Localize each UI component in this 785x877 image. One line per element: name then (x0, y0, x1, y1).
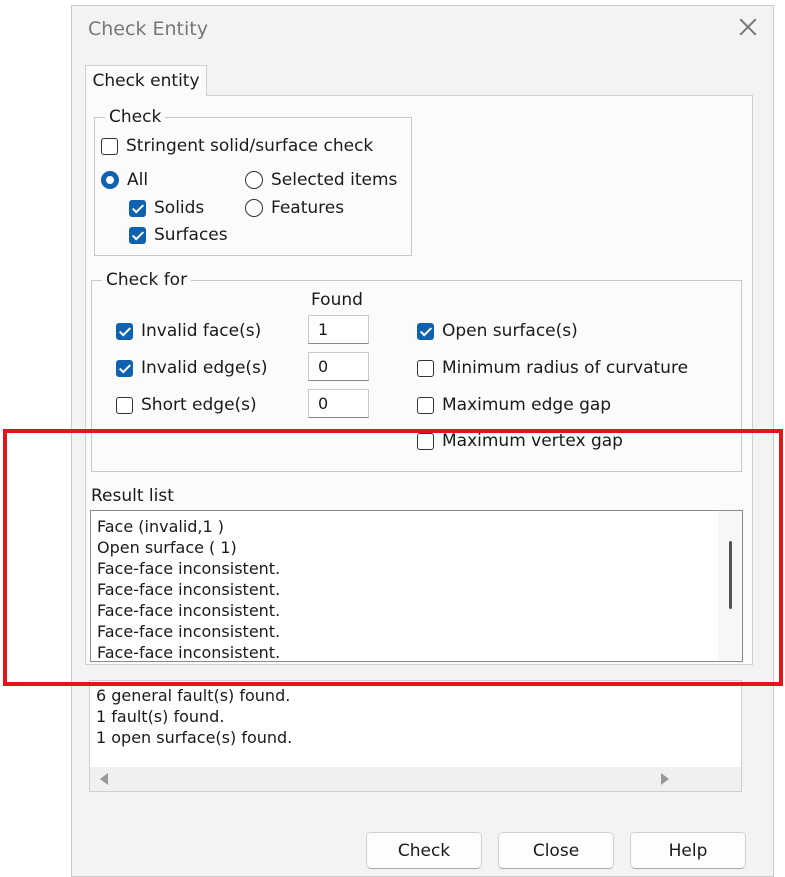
invalid-faces-checkbox[interactable] (116, 322, 133, 340)
radio-selected-items-option[interactable]: Selected items (245, 170, 397, 190)
short-edges-found: 0 (308, 389, 369, 418)
solids-option[interactable]: Solids (129, 198, 204, 218)
close-button[interactable]: Close (498, 832, 614, 869)
max-vertex-gap-checkbox[interactable] (417, 432, 434, 450)
invalid-edges-option[interactable]: Invalid edge(s) (116, 358, 268, 378)
stringent-label: Stringent solid/surface check (126, 136, 374, 156)
surfaces-label: Surfaces (154, 225, 228, 245)
check-group: Check Stringent solid/surface check All … (94, 107, 412, 256)
radio-features-option[interactable]: Features (245, 198, 344, 218)
invalid-edges-found: 0 (308, 352, 369, 381)
min-radius-option[interactable]: Minimum radius of curvature (417, 358, 688, 378)
short-edges-option[interactable]: Short edge(s) (116, 395, 257, 415)
tab-panel: Check Stringent solid/surface check All … (85, 95, 753, 665)
open-surfaces-checkbox[interactable] (417, 322, 434, 340)
result-list[interactable]: Face (invalid,1 ) Open surface ( 1) Face… (90, 510, 743, 662)
radio-all[interactable] (101, 171, 119, 189)
list-item[interactable]: Face-face inconsistent. (91, 600, 742, 621)
title-bar: Check Entity (72, 6, 773, 54)
result-list-label: Result list (91, 486, 174, 506)
list-item[interactable]: Face-face inconsistent. (91, 558, 742, 579)
check-entity-dialog: Check Entity Check entity Check Stringen… (71, 5, 774, 877)
summary-horizontal-scrollbar[interactable] (90, 767, 741, 791)
scroll-left-icon[interactable] (100, 773, 108, 785)
list-item[interactable]: Face-face inconsistent. (91, 621, 742, 642)
invalid-faces-option[interactable]: Invalid face(s) (116, 321, 261, 341)
stringent-check-option[interactable]: Stringent solid/surface check (101, 136, 373, 156)
tab-check-entity[interactable]: Check entity (85, 65, 207, 96)
max-vertex-gap-option[interactable]: Maximum vertex gap (417, 431, 623, 451)
scroll-right-icon[interactable] (661, 773, 669, 785)
help-button[interactable]: Help (630, 832, 746, 869)
check-for-group: Check for Found Invalid face(s) 1 Invali… (91, 270, 742, 472)
found-header: Found (311, 290, 363, 310)
summary-line: 6 general fault(s) found. (96, 686, 291, 705)
list-item[interactable]: Face (invalid,1 ) (91, 516, 742, 537)
solids-checkbox[interactable] (129, 199, 146, 217)
list-item[interactable]: Face-face inconsistent. (91, 642, 742, 661)
dialog-title: Check Entity (88, 18, 208, 40)
scrollbar-thumb[interactable] (729, 541, 732, 609)
radio-features[interactable] (245, 199, 263, 217)
list-item[interactable]: Open surface ( 1) (91, 537, 742, 558)
radio-features-label: Features (271, 198, 345, 218)
short-edges-label: Short edge(s) (141, 395, 257, 415)
max-vertex-gap-label: Maximum vertex gap (442, 431, 623, 451)
surfaces-checkbox[interactable] (129, 226, 146, 244)
radio-all-label: All (127, 170, 149, 190)
invalid-faces-found: 1 (308, 315, 369, 344)
max-edge-gap-checkbox[interactable] (417, 396, 434, 414)
stringent-checkbox[interactable] (101, 137, 118, 155)
invalid-faces-label: Invalid face(s) (141, 321, 262, 341)
radio-selected-items-label: Selected items (271, 170, 398, 190)
check-button[interactable]: Check (366, 832, 482, 869)
open-surfaces-label: Open surface(s) (442, 321, 578, 341)
summary-list[interactable]: 6 general fault(s) found. 1 fault(s) fou… (89, 680, 742, 792)
min-radius-checkbox[interactable] (417, 359, 434, 377)
list-item[interactable]: Face-face inconsistent. (91, 579, 742, 600)
summary-line: 1 fault(s) found. (96, 707, 225, 726)
summary-line: 1 open surface(s) found. (96, 728, 293, 747)
check-for-legend: Check for (102, 270, 192, 290)
radio-all-option[interactable]: All (101, 170, 148, 190)
short-edges-checkbox[interactable] (116, 396, 133, 414)
radio-selected-items[interactable] (245, 171, 263, 189)
invalid-edges-label: Invalid edge(s) (141, 358, 268, 378)
solids-label: Solids (154, 198, 205, 218)
invalid-edges-checkbox[interactable] (116, 359, 133, 377)
close-icon[interactable] (737, 16, 759, 38)
result-list-scrollbar[interactable] (718, 511, 742, 661)
max-edge-gap-option[interactable]: Maximum edge gap (417, 395, 611, 415)
check-group-legend: Check (105, 107, 166, 127)
open-surfaces-option[interactable]: Open surface(s) (417, 321, 578, 341)
max-edge-gap-label: Maximum edge gap (442, 395, 612, 415)
surfaces-option[interactable]: Surfaces (129, 225, 228, 245)
min-radius-label: Minimum radius of curvature (442, 358, 689, 378)
